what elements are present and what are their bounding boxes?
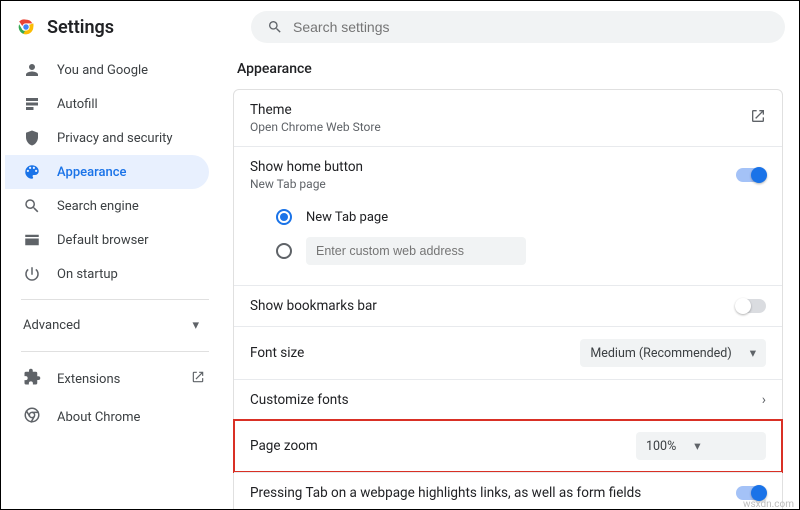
extension-icon	[23, 368, 41, 390]
sidebar-item-label: Default browser	[57, 233, 149, 248]
bookmarks-title: Show bookmarks bar	[250, 298, 724, 314]
home-button-subtitle: New Tab page	[250, 177, 724, 191]
browser-icon	[23, 231, 41, 249]
tab-highlight-toggle[interactable]	[736, 486, 766, 500]
open-external-icon	[191, 370, 205, 388]
sidebar-advanced[interactable]: Advanced ▾	[5, 308, 217, 343]
chrome-outline-icon	[23, 406, 41, 428]
open-external-icon[interactable]	[750, 108, 766, 128]
row-tab-highlight: Pressing Tab on a webpage highlights lin…	[234, 472, 782, 509]
radio-option-newtab[interactable]: New Tab page	[276, 203, 766, 231]
sidebar-item-label: Appearance	[57, 165, 126, 180]
sidebar-advanced-label: Advanced	[23, 318, 80, 333]
font-size-value: Medium (Recommended)	[590, 346, 731, 361]
sidebar-item-autofill[interactable]: Autofill	[5, 87, 209, 121]
sidebar-item-label: On startup	[57, 267, 118, 282]
power-icon	[23, 265, 41, 283]
customize-fonts-title: Customize fonts	[250, 392, 750, 408]
row-theme[interactable]: Theme Open Chrome Web Store	[234, 90, 782, 146]
home-button-toggle[interactable]	[736, 168, 766, 182]
home-button-title: Show home button	[250, 159, 724, 175]
sidebar-item-label: Privacy and security	[57, 131, 173, 146]
search-input[interactable]	[293, 19, 769, 35]
sidebar-item-label: Extensions	[57, 372, 120, 387]
row-page-zoom: Page zoom 100% ▾	[233, 419, 783, 473]
sidebar-item-about[interactable]: About Chrome	[5, 398, 217, 436]
tab-highlight-title: Pressing Tab on a webpage highlights lin…	[250, 485, 724, 501]
search-box[interactable]	[251, 11, 785, 43]
sidebar-item-on-startup[interactable]: On startup	[5, 257, 209, 291]
divider	[21, 351, 209, 352]
autofill-icon	[23, 95, 41, 113]
person-icon	[23, 61, 41, 79]
watermark: wsxdn.com	[743, 499, 794, 510]
chevron-down-icon: ▾	[192, 318, 199, 333]
search-icon	[267, 19, 283, 35]
section-heading: Appearance	[237, 61, 783, 77]
page-zoom-value: 100%	[646, 439, 676, 454]
radio-option-custom[interactable]	[276, 231, 766, 271]
custom-url-input[interactable]	[306, 237, 526, 265]
appearance-card: Theme Open Chrome Web Store Show home bu…	[233, 89, 783, 509]
top-bar: Settings	[1, 1, 799, 49]
sidebar-item-label: Search engine	[57, 199, 139, 214]
page-title: Settings	[47, 17, 114, 38]
home-button-radio-group: New Tab page	[234, 203, 782, 285]
radio-checked-icon[interactable]	[276, 209, 292, 225]
radio-label: New Tab page	[306, 210, 388, 225]
font-size-select[interactable]: Medium (Recommended) ▾	[580, 339, 766, 367]
bookmarks-toggle[interactable]	[736, 299, 766, 313]
sidebar-item-default-browser[interactable]: Default browser	[5, 223, 209, 257]
row-bookmarks-bar: Show bookmarks bar	[234, 285, 782, 326]
font-size-title: Font size	[250, 345, 568, 361]
page-zoom-select[interactable]: 100% ▾	[636, 432, 766, 460]
shield-icon	[23, 129, 41, 147]
sidebar-item-search-engine[interactable]: Search engine	[5, 189, 209, 223]
chevron-right-icon: ›	[762, 392, 766, 408]
sidebar-item-label: About Chrome	[57, 410, 140, 425]
row-home-button: Show home button New Tab page	[234, 146, 782, 203]
radio-unchecked-icon[interactable]	[276, 243, 292, 259]
sidebar-item-extensions[interactable]: Extensions	[5, 360, 217, 398]
sidebar-item-you-and-google[interactable]: You and Google	[5, 53, 209, 87]
chrome-logo-icon	[15, 16, 37, 38]
sidebar-item-appearance[interactable]: Appearance	[5, 155, 209, 189]
sidebar: You and Google Autofill Privacy and secu…	[1, 49, 217, 509]
caret-down-icon: ▾	[750, 345, 756, 361]
sidebar-item-label: You and Google	[57, 63, 148, 78]
page-zoom-title: Page zoom	[250, 438, 624, 454]
theme-subtitle: Open Chrome Web Store	[250, 120, 738, 134]
row-font-size: Font size Medium (Recommended) ▾	[234, 326, 782, 379]
caret-down-icon: ▾	[694, 438, 700, 454]
theme-title: Theme	[250, 102, 738, 118]
content-area: Appearance Theme Open Chrome Web Store S…	[217, 49, 799, 509]
row-customize-fonts[interactable]: Customize fonts ›	[234, 379, 782, 420]
sidebar-item-privacy[interactable]: Privacy and security	[5, 121, 209, 155]
paint-icon	[23, 163, 41, 181]
search-icon	[23, 197, 41, 215]
brand-area: Settings	[15, 16, 239, 38]
sidebar-item-label: Autofill	[57, 97, 98, 112]
divider	[21, 299, 209, 300]
